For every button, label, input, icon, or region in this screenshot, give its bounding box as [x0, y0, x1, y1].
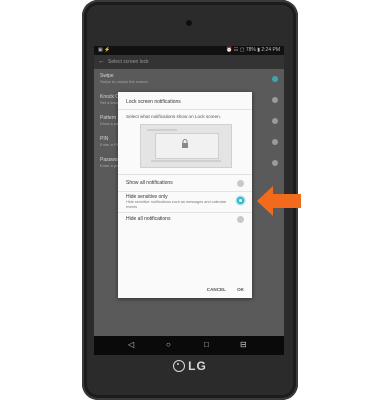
home-nav-icon[interactable]: ○	[166, 341, 171, 349]
radio-swipe[interactable]	[272, 76, 278, 82]
dialog-divider	[118, 212, 252, 213]
list-item-sub: Swipe to unlock the screen	[100, 79, 148, 84]
dialog-divider	[118, 109, 252, 110]
lock-screen-preview-image	[140, 124, 232, 168]
dialog-subtitle: Select what notifications show on Lock s…	[126, 114, 221, 119]
lock-icon	[182, 139, 188, 148]
option-label: Hide all notifications	[126, 216, 171, 222]
dialog-actions: CANCEL OK	[197, 287, 244, 292]
back-arrow-icon[interactable]: ←	[98, 58, 105, 65]
radio-pin[interactable]	[272, 139, 278, 145]
option-hide-sensitive[interactable]: Hide sensitive only Hide sensitive notif…	[126, 194, 244, 210]
option-hide-all[interactable]: Hide all notifications	[126, 216, 244, 223]
pointer-arrow-icon	[257, 186, 301, 216]
radio-show-all[interactable]	[237, 180, 244, 187]
option-show-all[interactable]: Show all notifications	[126, 180, 244, 187]
title-bar: ← Select screen lock	[94, 55, 284, 69]
back-nav-icon[interactable]: ◁	[128, 341, 134, 349]
preview-line	[147, 129, 177, 131]
front-camera	[186, 20, 192, 26]
radio-knock-code[interactable]	[272, 97, 278, 103]
page-title: Select screen lock	[108, 59, 149, 65]
dialog-divider	[118, 174, 252, 175]
radio-password[interactable]	[272, 160, 278, 166]
radio-hide-all[interactable]	[237, 216, 244, 223]
radio-hide-sensitive[interactable]	[237, 197, 244, 204]
option-label: Show all notifications	[126, 180, 173, 186]
brand-name: LG	[188, 359, 207, 373]
preview-line	[151, 160, 221, 162]
dual-window-nav-icon[interactable]: ⊟	[240, 341, 247, 349]
dialog-title: Lock screen notifications	[126, 99, 181, 105]
brand-logo: LG	[82, 359, 298, 373]
radio-pattern[interactable]	[272, 118, 278, 124]
status-right-info: ⏰ ☷ ▢ 78% ▮ 2:24 PM	[226, 47, 280, 53]
ok-button[interactable]: OK	[237, 287, 244, 292]
recents-nav-icon[interactable]: □	[204, 341, 209, 349]
dialog-divider	[118, 191, 252, 192]
option-sub: Hide sensitive notifications such as mes…	[126, 200, 227, 209]
cancel-button[interactable]: CANCEL	[207, 287, 226, 292]
status-left-icons: ▣ ⚡	[98, 47, 111, 53]
lg-logo-icon	[173, 360, 186, 372]
list-item-swipe[interactable]: Swipe Swipe to unlock the screen	[100, 73, 270, 84]
status-bar: ▣ ⚡ ⏰ ☷ ▢ 78% ▮ 2:24 PM	[94, 46, 284, 55]
lock-screen-notifications-dialog: Lock screen notifications Select what no…	[118, 92, 252, 298]
navigation-bar: ◁ ○ □ ⊟	[94, 336, 284, 355]
